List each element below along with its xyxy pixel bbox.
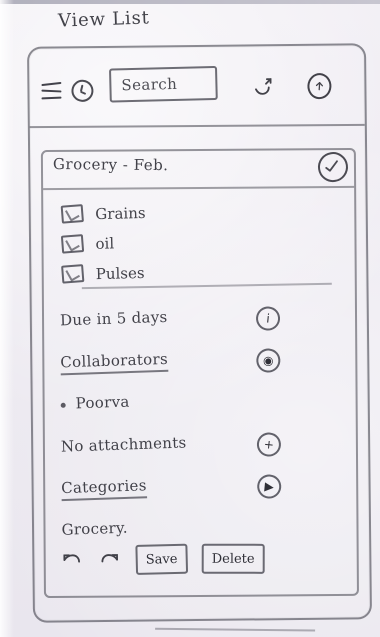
refresh-glyph (255, 78, 272, 95)
detail-attachments: No attachments + (61, 426, 346, 470)
list-item[interactable]: oil (60, 228, 321, 258)
undo-glyph (63, 554, 80, 563)
collaborators-label: Collaborators (60, 349, 169, 372)
upload-icon[interactable] (306, 72, 333, 100)
delete-button[interactable]: Delete (201, 543, 265, 574)
detail-collaborators: Collaborators ◉ (60, 342, 345, 386)
upload-icon-circle (306, 72, 333, 100)
check-icon[interactable] (315, 150, 351, 185)
page: View List Search Grocery - Feb. Grains o… (0, 0, 380, 637)
phone-frame: Grocery - Feb. Grains oil (26, 43, 373, 623)
bullet-icon (60, 402, 66, 408)
due-label: Due in 5 days (59, 307, 168, 330)
clock-icon[interactable] (70, 78, 95, 103)
menu-icon[interactable] (41, 81, 62, 101)
add-icon[interactable]: + (255, 431, 283, 458)
left-edge (0, 0, 14, 637)
upload-glyph (315, 82, 324, 91)
eye-icon[interactable]: ◉ (255, 347, 282, 374)
attachments-label: No attachments (60, 433, 187, 456)
search-input[interactable] (119, 72, 216, 96)
detail-due: Due in 5 days i (60, 300, 345, 344)
list-item-label: oil (95, 234, 115, 253)
top-edge (0, 0, 380, 4)
list-title: Grocery - Feb. (52, 155, 169, 175)
details: Due in 5 days i Collaborators ◉ Poorva N… (60, 300, 347, 554)
checkbox[interactable] (61, 264, 85, 284)
list-item-label: Pulses (95, 263, 145, 284)
page-title: View List (57, 7, 150, 32)
list-card: Grocery - Feb. Grains oil Pulses Due in … (40, 147, 359, 599)
bottom-actions: Save Delete (60, 536, 345, 582)
checklist: Grains oil Pulses (60, 198, 322, 290)
checkbox[interactable] (60, 234, 85, 254)
redo-glyph (101, 554, 118, 563)
collaborator-name: Poorva (60, 392, 130, 413)
redo-icon[interactable] (98, 548, 122, 572)
menu-line (41, 96, 62, 100)
search-box[interactable] (109, 65, 218, 103)
detail-categories: Categories ▶ (61, 468, 346, 512)
checkbox[interactable] (60, 204, 84, 224)
list-item-label: Grains (95, 203, 146, 224)
info-icon[interactable]: i (254, 305, 282, 332)
menu-line (41, 81, 62, 87)
undo-icon[interactable] (60, 548, 84, 572)
list-item[interactable]: Grains (60, 198, 321, 228)
categories-label: Categories (60, 476, 147, 498)
detail-collaborator-name: Poorva (60, 384, 346, 428)
collaborator-name-text: Poorva (75, 392, 130, 413)
play-icon[interactable]: ▶ (256, 473, 283, 500)
save-button[interactable]: Save (135, 543, 188, 575)
refresh-icon[interactable] (249, 74, 273, 98)
list-title-row: Grocery - Feb. (42, 149, 355, 191)
check-glyph (325, 160, 338, 172)
app-header (29, 45, 365, 129)
category-value: Grocery. (61, 518, 129, 539)
menu-line (41, 89, 62, 93)
